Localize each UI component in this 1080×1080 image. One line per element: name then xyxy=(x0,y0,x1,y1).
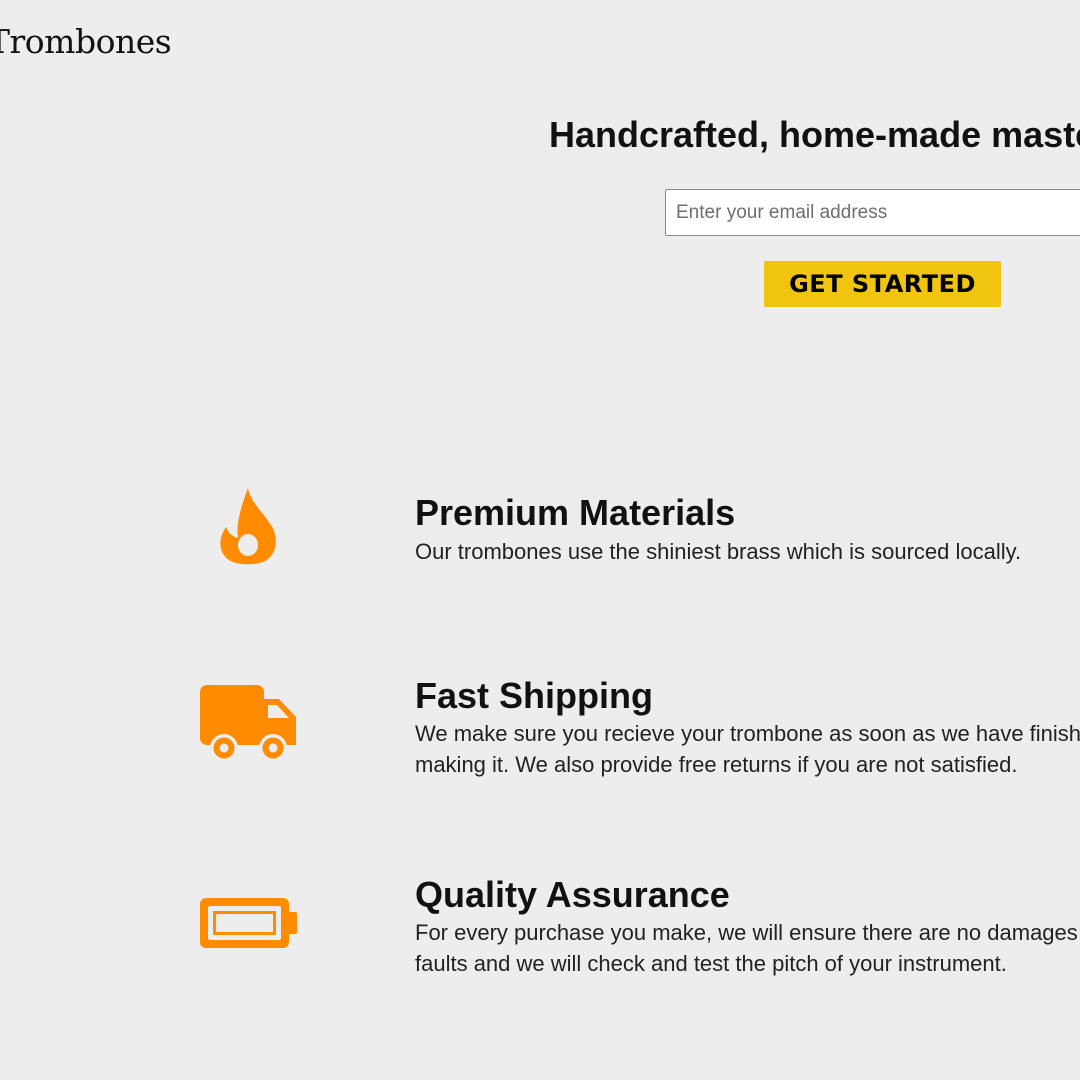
site-logo[interactable]: Trombones xyxy=(0,22,172,61)
feature-title: Quality Assurance xyxy=(415,874,730,915)
battery-icon xyxy=(200,898,297,948)
fire-icon xyxy=(220,488,276,565)
hero-title: Handcrafted, home-made masterpieces xyxy=(549,114,1080,155)
truck-icon xyxy=(200,685,296,762)
feature-description: For every purchase you make, we will ens… xyxy=(415,920,1080,976)
email-input[interactable] xyxy=(665,189,1080,236)
feature-description: We make sure you recieve your trombone a… xyxy=(415,721,1080,777)
landing-page: Trombones Handcrafted, home-made masterp… xyxy=(0,0,1080,1080)
feature-title: Fast Shipping xyxy=(415,675,653,716)
feature-title: Premium Materials xyxy=(415,492,736,533)
get-started-button[interactable]: GET STARTED xyxy=(764,261,1001,307)
feature-description: Our trombones use the shiniest brass whi… xyxy=(415,539,1022,564)
